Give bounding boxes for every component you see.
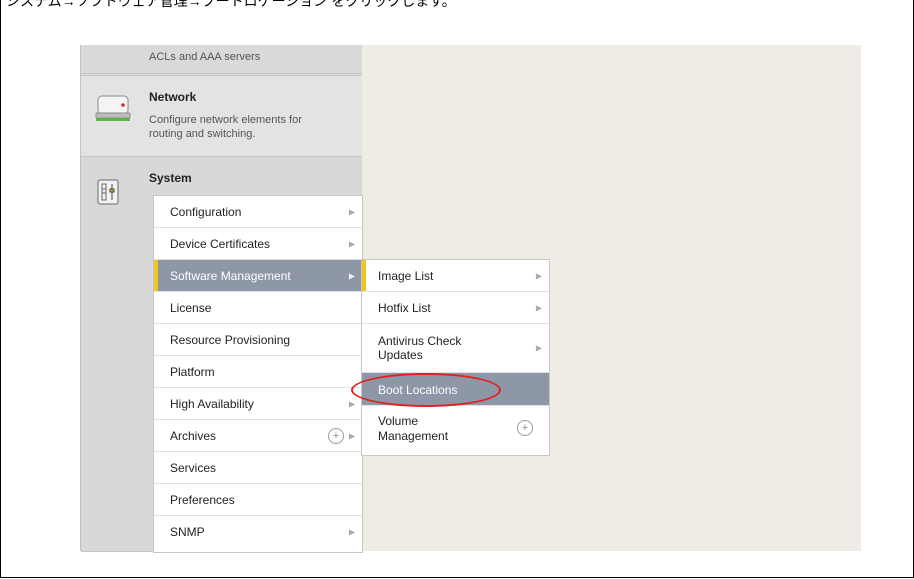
menu-item-label: Archives [170, 429, 217, 443]
menu-item-label-line1: Volume [378, 414, 419, 428]
menu-item-label: Preferences [170, 493, 235, 507]
menu-item-preferences[interactable]: Preferences [154, 484, 362, 516]
network-section[interactable]: Network Configure network elements for r… [81, 75, 362, 157]
menu-item-label: Resource Provisioning [170, 333, 291, 347]
system-title: System [149, 171, 192, 185]
chevron-right-icon: ▶ [348, 399, 355, 408]
menu-item-label: High Availability [170, 397, 254, 411]
menu-item-archives[interactable]: Archives + ▶ [154, 420, 362, 452]
network-drive-icon [95, 95, 131, 121]
menu-item-label: Platform [170, 365, 215, 379]
system-sliders-icon [97, 179, 119, 205]
menu-item-platform[interactable]: Platform [154, 356, 362, 388]
menu-item-label: Services [170, 461, 217, 475]
add-circle-icon[interactable]: + [328, 428, 344, 444]
submenu-item-antivirus-check-updates[interactable]: Antivirus Check Updates ▶ [362, 324, 549, 373]
menu-item-device-certificates[interactable]: Device Certificates ▶ [154, 228, 362, 260]
menu-item-label: Hotfix List [378, 301, 431, 315]
menu-item-label: Configuration [170, 205, 242, 219]
menu-item-label: License [170, 301, 212, 315]
submenu-item-hotfix-list[interactable]: Hotfix List ▶ [362, 292, 549, 324]
chevron-right-icon: ▶ [348, 527, 355, 537]
network-title: Network [149, 90, 197, 104]
menu-item-license[interactable]: License [154, 292, 362, 324]
menu-item-resource-provisioning[interactable]: Resource Provisioning [154, 324, 362, 356]
chevron-right-icon: ▶ [535, 303, 542, 312]
menu-item-snmp[interactable]: SNMP ▶ [154, 516, 362, 548]
submenu-item-image-list[interactable]: Image List ▶ [362, 260, 549, 292]
chevron-right-icon: ▶ [348, 239, 355, 248]
instruction-caption: システム→ソフトウェア管理→ブートロケーション をクリックします。 [6, 0, 456, 9]
menu-item-label-line2: Management [378, 429, 449, 443]
menu-item-services[interactable]: Services [154, 452, 362, 484]
security-description: ACLs and AAA servers [149, 51, 261, 63]
software-management-submenu: Image List ▶ Hotfix List ▶ Antivirus Che… [361, 259, 550, 456]
menu-item-label-line2: Updates [378, 348, 423, 362]
add-circle-icon[interactable]: + [517, 420, 533, 436]
menu-item-label: Software Management [170, 269, 291, 283]
menu-item-configuration[interactable]: Configuration ▶ [154, 196, 362, 228]
chevron-right-icon: ▶ [535, 343, 542, 353]
submenu-item-volume-management[interactable]: Volume Management + [362, 406, 549, 454]
chevron-right-icon: ▶ [348, 207, 355, 216]
menu-item-label: Device Certificates [170, 237, 271, 251]
menu-item-software-management[interactable]: Software Management ▶ [154, 260, 362, 292]
menu-item-label-line1: Antivirus Check [378, 334, 462, 348]
network-desc-line1: Configure network elements for [149, 114, 302, 126]
menu-item-high-availability[interactable]: High Availability ▶ [154, 388, 362, 420]
network-desc-line2: routing and switching. [149, 128, 256, 140]
security-section[interactable]: ACLs and AAA servers [81, 45, 362, 74]
system-menu: Configuration ▶ Device Certificates ▶ So… [153, 195, 363, 553]
menu-item-label: Image List [378, 269, 434, 283]
chevron-right-icon: ▶ [535, 271, 542, 280]
menu-item-label: SNMP [170, 525, 205, 539]
chevron-right-icon: ▶ [348, 271, 355, 280]
annotation-ellipse [351, 373, 501, 407]
chevron-right-icon: ▶ [348, 431, 355, 440]
